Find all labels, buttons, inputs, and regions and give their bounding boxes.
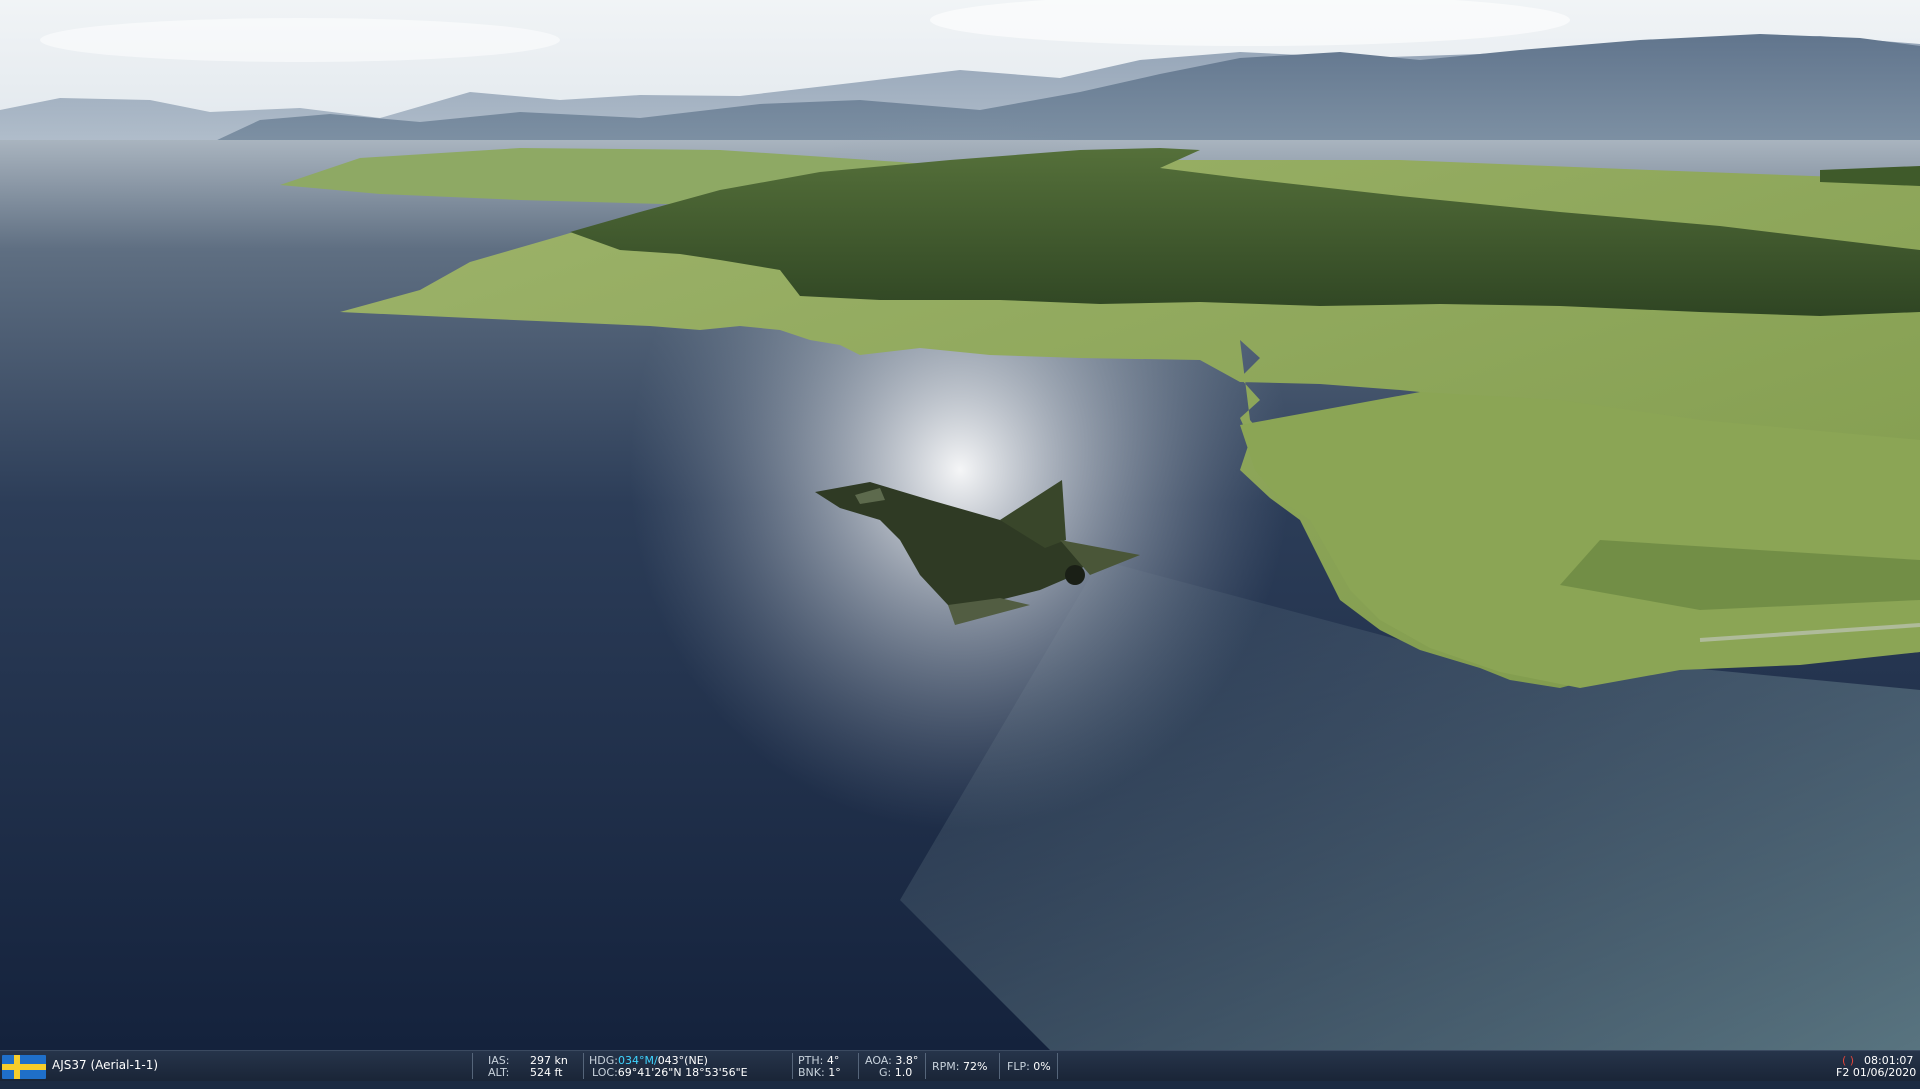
g-value: 1.0 xyxy=(894,1066,913,1079)
rpm-label: RPM: xyxy=(932,1060,960,1073)
g-label: G: xyxy=(879,1066,892,1079)
bnk-value: 1° xyxy=(828,1066,841,1079)
rpm-block: RPM: 72% xyxy=(932,1051,997,1081)
sim-date: F2 01/06/2020 xyxy=(1836,1066,1917,1079)
loc-label: LOC: xyxy=(592,1066,618,1079)
flaps-block: FLP: 0% xyxy=(1007,1051,1067,1081)
game-viewport xyxy=(0,0,1920,1050)
heading-location-block: HDG:034°M/043°(NE) LOC:69°41'26"N 18°53'… xyxy=(589,1051,789,1081)
bnk-label: BNK: xyxy=(798,1066,825,1079)
attitude-block: PTH: 4° BNK: 1° xyxy=(798,1051,858,1081)
flp-label: FLP: xyxy=(1007,1060,1030,1073)
status-bar: AJS37 (Aerial-1-1) IAS: ALT: 297 kn 524 … xyxy=(0,1050,1920,1081)
sweden-flag-icon xyxy=(2,1055,46,1079)
alt-label: ALT: xyxy=(488,1066,510,1079)
alt-value: 524 xyxy=(530,1066,551,1079)
time-date-block: 08:01:07 F2 01/06/2020 xyxy=(1830,1051,1918,1081)
rpm-value: 72% xyxy=(962,1060,988,1073)
aoa-g-block: AOA: 3.8° G: 1.0 xyxy=(865,1051,925,1081)
unit-name: AJS37 (Aerial-1-1) xyxy=(52,1058,159,1072)
flp-value: 0% xyxy=(1033,1060,1051,1073)
alt-unit: ft xyxy=(554,1066,563,1079)
speed-altitude-block: IAS: ALT: 297 kn 524 ft xyxy=(488,1051,568,1081)
loc-value: 69°41'26"N 18°53'56"E xyxy=(617,1066,748,1079)
